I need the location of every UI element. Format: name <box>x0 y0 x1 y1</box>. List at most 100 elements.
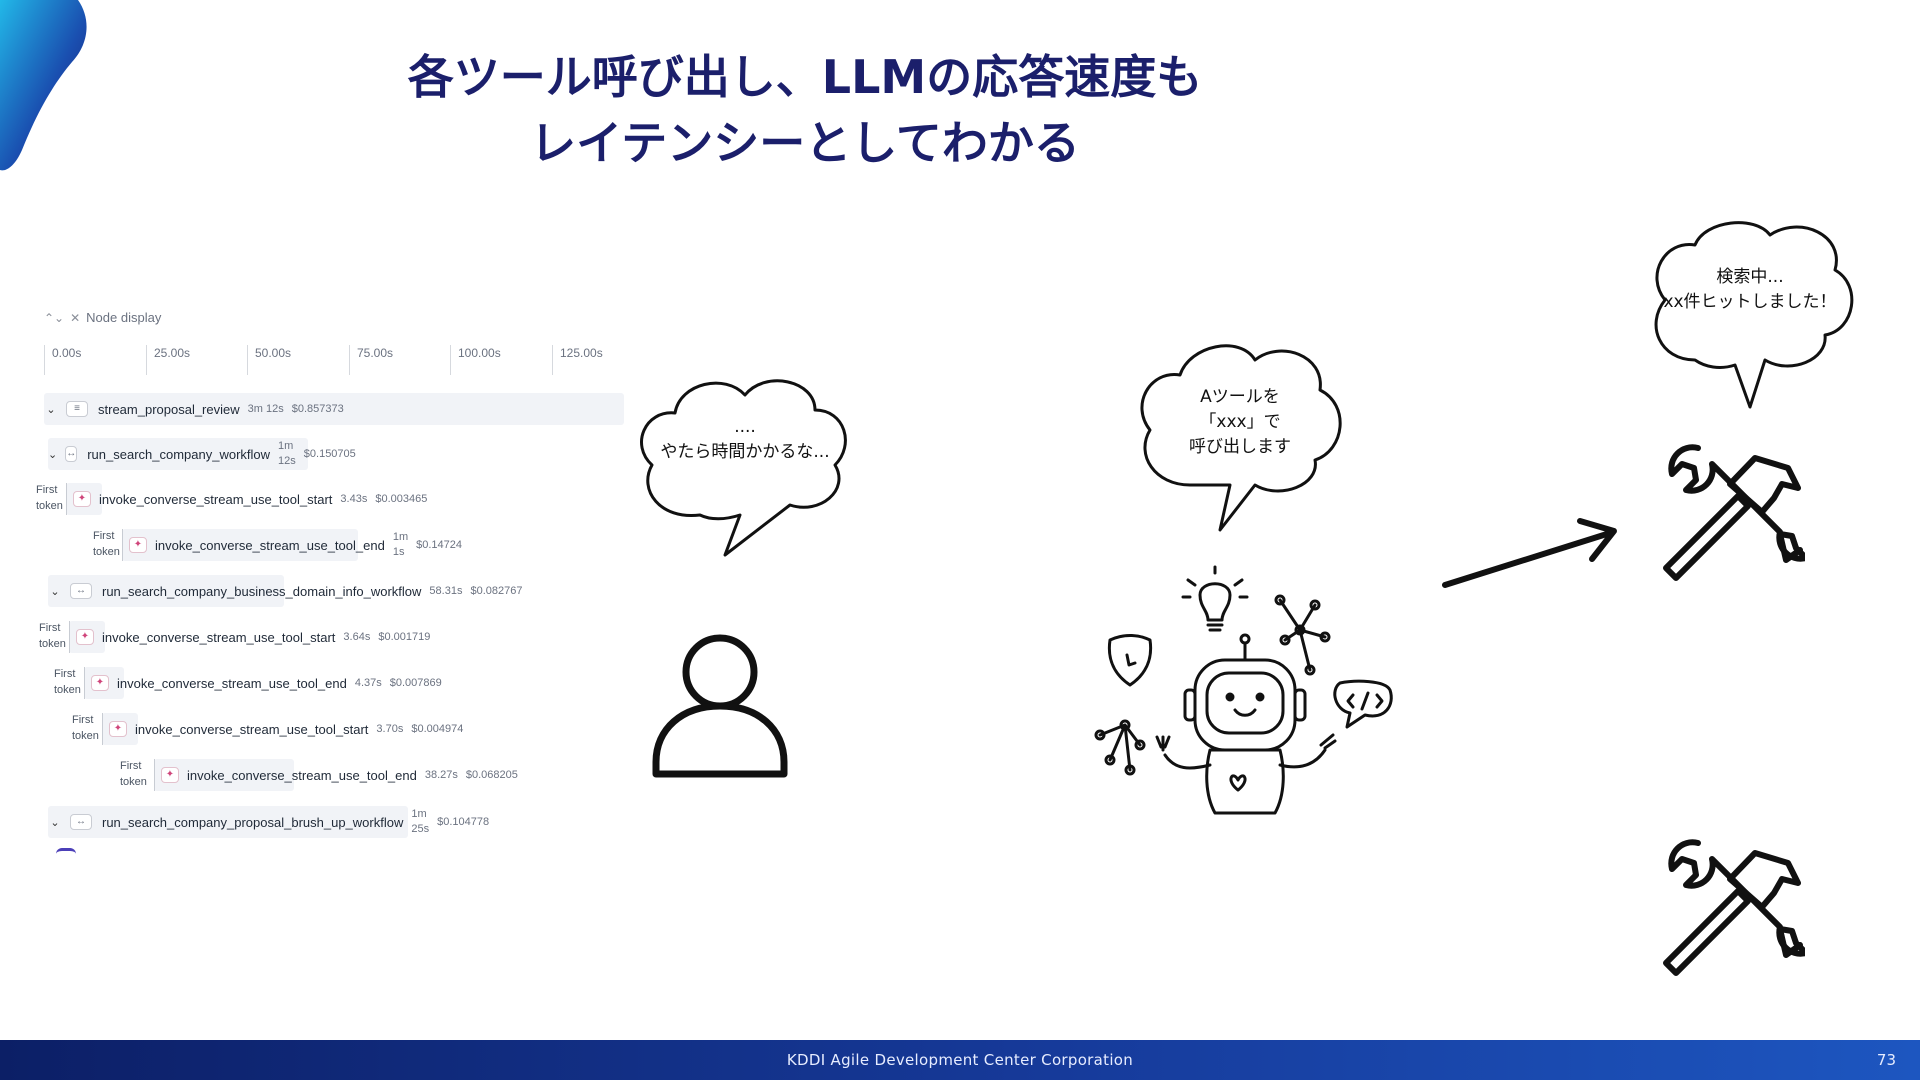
span-cost: $0.150705 <box>303 448 356 460</box>
page-number: 73 <box>1876 1051 1896 1069</box>
span-name: invoke_converse_stream_use_tool_start <box>102 629 336 645</box>
first-token-marker <box>69 621 70 653</box>
span-duration-b: 1s <box>392 546 405 558</box>
trace-row[interactable]: ✦ invoke_converse_stream_use_tool_end 1m… <box>122 528 522 562</box>
trace-row[interactable]: ✦ invoke_converse_stream_use_tool_start … <box>102 712 542 746</box>
tick-label: 0.00s <box>44 345 81 375</box>
workflow-icon: ↔ <box>70 814 92 830</box>
timeline-ruler: 0.00s 25.00s 50.00s 75.00s 100.00s 125.0… <box>44 345 614 375</box>
first-token-label: First token <box>93 528 120 560</box>
robot-icon <box>1094 565 1393 815</box>
span-duration: 1m 1s <box>393 530 408 560</box>
tick-label: 75.00s <box>349 345 393 375</box>
first-token-b: token <box>120 776 147 788</box>
tick-label: 125.00s <box>552 345 603 375</box>
first-token-label: First token <box>39 620 66 652</box>
span-duration: 38.27s <box>424 769 458 781</box>
first-token-marker <box>122 529 123 561</box>
trace-row[interactable]: ✦ invoke_converse_stream_use_tool_end 4.… <box>84 666 524 700</box>
tick-label: 100.00s <box>450 345 501 375</box>
trace-row[interactable]: ⌄ ≡ stream_proposal_review 3m 12s $0.857… <box>44 392 624 426</box>
workflow-icon: ↔ <box>70 583 92 599</box>
span-duration: 3.43s <box>340 493 368 505</box>
span-cost: $0.104778 <box>437 816 490 828</box>
first-token-label: First token <box>36 482 63 514</box>
span-name: invoke_converse_stream_use_tool_end <box>117 675 347 691</box>
span-duration: 3m 12s <box>247 403 284 415</box>
first-token-label: First token <box>72 712 99 744</box>
bubble-text-line: .... <box>734 417 756 437</box>
bubble-text-line: 呼び出します <box>1189 437 1291 457</box>
span-duration: 3.70s <box>376 723 404 735</box>
span-duration: 3.64s <box>343 631 371 643</box>
trace-row[interactable]: ✦ invoke_converse_stream_use_tool_start … <box>66 482 506 516</box>
first-token-label: First token <box>120 758 147 790</box>
first-token-marker <box>84 667 85 699</box>
span-duration-a: 1m <box>411 808 427 820</box>
llm-icon: ✦ <box>73 491 91 507</box>
first-token-a: First <box>36 484 58 496</box>
first-token-a: First <box>54 668 76 680</box>
scroll-indicator <box>56 848 76 859</box>
user-thought-bubble: .... やたら時間かかるな... <box>630 365 860 565</box>
llm-icon: ✦ <box>91 675 109 691</box>
span-cost: $0.001719 <box>378 631 431 643</box>
tick-label: 25.00s <box>146 345 190 375</box>
agent-thought-bubble: Aツールを 「xxx」で 呼び出します <box>1130 335 1350 535</box>
first-token-a: First <box>72 714 94 726</box>
trace-row[interactable]: ⌄ ↔ run_search_company_workflow 1m 12s $… <box>48 437 356 471</box>
first-token-marker <box>66 483 67 515</box>
first-token-b: token <box>54 684 81 696</box>
span-duration: 1m 25s <box>411 807 429 837</box>
chevron-down-icon[interactable]: ⌄ <box>48 816 62 829</box>
first-token-a: First <box>93 530 115 542</box>
bubble-text-line: やたら時間かかるな... <box>660 442 830 462</box>
chevron-down-icon[interactable]: ⌄ <box>48 585 62 598</box>
node-display-label: Node display <box>86 310 162 325</box>
trace-row[interactable]: ⌄ ↔ run_search_company_proposal_brush_up… <box>48 805 588 839</box>
trace-row[interactable]: ✦ invoke_converse_stream_use_tool_start … <box>69 620 509 654</box>
trace-panel: ⌃⌄ ✕ Node display 0.00s 25.00s 50.00s 75… <box>34 300 624 860</box>
first-token-marker <box>102 713 103 745</box>
first-token-b: token <box>72 730 99 742</box>
user-icon <box>652 634 788 778</box>
chevron-down-icon[interactable]: ⌄ <box>48 448 57 461</box>
trace-row[interactable]: ⌄ ↔ run_search_company_business_domain_i… <box>48 574 588 608</box>
bubble-text-line: Aツールを <box>1200 387 1280 407</box>
span-name: invoke_converse_stream_use_tool_end <box>187 767 417 783</box>
workflow-icon: ↔ <box>65 446 78 462</box>
tools-icon <box>1663 444 1805 581</box>
tool-thought-bubble: 検索中... xx件ヒットしました！ <box>1640 215 1860 415</box>
trace-row[interactable]: ✦ invoke_converse_stream_use_tool_end 38… <box>154 758 594 792</box>
arrow-icon <box>1442 518 1617 588</box>
span-name: stream_proposal_review <box>98 401 240 417</box>
span-name: invoke_converse_stream_use_tool_end <box>155 537 385 553</box>
bubble-text-line: 「xxx」で <box>1199 412 1281 432</box>
span-cost: $0.003465 <box>375 493 428 505</box>
span-duration-a: 1m <box>392 531 409 543</box>
chevron-down-icon[interactable]: ⌄ <box>44 403 58 416</box>
tools-icon <box>1663 839 1805 976</box>
span-duration-b: 25s <box>411 823 430 835</box>
span-cost: $0.082767 <box>470 585 523 597</box>
span-duration: 4.37s <box>354 677 382 689</box>
corner-decoration <box>0 0 87 171</box>
span-cost: $0.068205 <box>465 769 518 781</box>
footer-bar: KDDI Agile Development Center Corporatio… <box>0 1040 1920 1080</box>
first-token-b: token <box>39 638 66 650</box>
span-duration: 58.31s <box>429 585 463 597</box>
llm-icon: ✦ <box>109 721 127 737</box>
span-duration: 1m 12s <box>278 439 296 469</box>
collapse-all-icon: ✕ <box>70 310 81 325</box>
span-duration-b: 12s <box>278 455 296 467</box>
bubble-text-line: 検索中... <box>1716 267 1784 287</box>
node-display-toggle[interactable]: ⌃⌄ ✕ Node display <box>44 310 161 325</box>
span-cost: $0.857373 <box>291 403 344 415</box>
span-cost: $0.007869 <box>389 677 442 689</box>
footer-company: KDDI Agile Development Center Corporatio… <box>786 1051 1134 1069</box>
bubble-text-line: xx件ヒットしました！ <box>1663 292 1837 312</box>
llm-icon: ✦ <box>76 629 94 645</box>
llm-icon: ✦ <box>129 537 147 553</box>
first-token-a: First <box>120 760 142 772</box>
expand-collapse-icon: ⌃⌄ <box>44 310 65 325</box>
